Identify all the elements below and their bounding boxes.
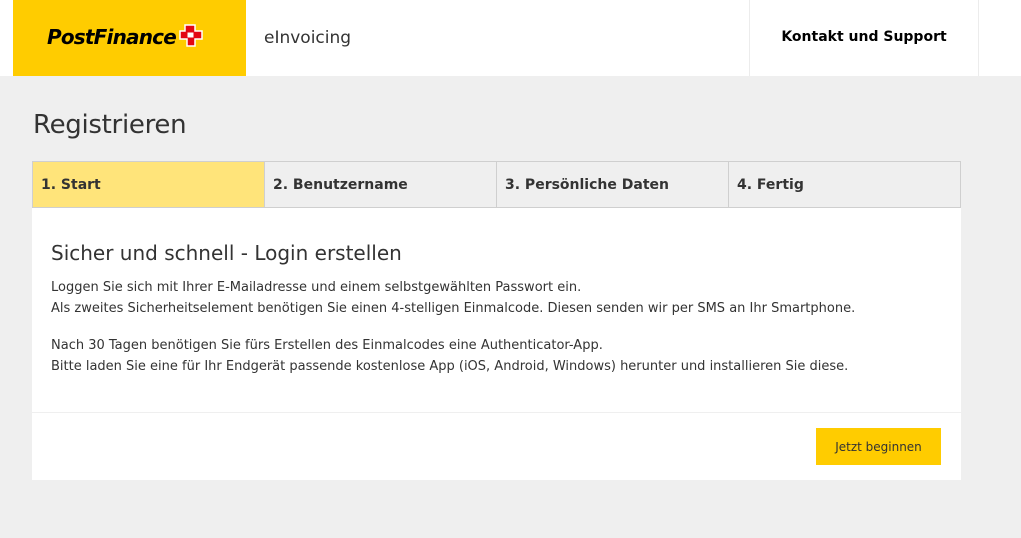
step-start: 1. Start bbox=[33, 162, 265, 207]
intro-paragraph-2: Nach 30 Tagen benötigen Sie fürs Erstell… bbox=[51, 335, 951, 377]
intro-line-1: Loggen Sie sich mit Ihrer E-Mailadresse … bbox=[51, 280, 582, 295]
logo-link[interactable]: PostFinance bbox=[13, 0, 246, 76]
app-title: eInvoicing bbox=[264, 28, 352, 48]
card-divider bbox=[32, 412, 961, 413]
intro-line-4: Bitte laden Sie eine für Ihr Endgerät pa… bbox=[51, 359, 849, 374]
step-username: 2. Benutzername bbox=[265, 162, 497, 207]
swiss-cross-icon bbox=[179, 24, 203, 47]
step-personal-data: 3. Persönliche Daten bbox=[497, 162, 729, 207]
logo-text: PostFinance bbox=[47, 25, 177, 49]
card-heading: Sicher und schnell - Login erstellen bbox=[51, 241, 402, 265]
intro-paragraph-1: Loggen Sie sich mit Ihrer E-Mailadresse … bbox=[51, 277, 951, 319]
page-title: Registrieren bbox=[33, 110, 187, 140]
contact-support-link[interactable]: Kontakt und Support bbox=[749, 0, 979, 76]
top-header: PostFinance eInvoicing Kontakt und Suppo… bbox=[0, 0, 1021, 76]
intro-line-2: Als zweites Sicherheitselement benötigen… bbox=[51, 301, 856, 316]
intro-line-3: Nach 30 Tagen benötigen Sie fürs Erstell… bbox=[51, 338, 603, 353]
start-button[interactable]: Jetzt beginnen bbox=[816, 428, 941, 465]
intro-card: Sicher und schnell - Login erstellen Log… bbox=[32, 208, 961, 480]
step-done: 4. Fertig bbox=[737, 176, 804, 193]
registration-steps: 1. Start 2. Benutzername 3. Persönliche … bbox=[32, 161, 961, 208]
postfinance-logo: PostFinance bbox=[47, 24, 205, 50]
